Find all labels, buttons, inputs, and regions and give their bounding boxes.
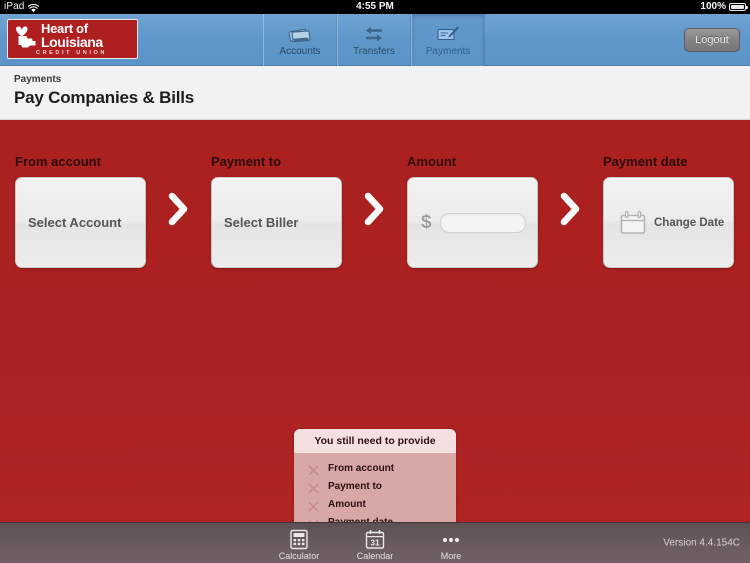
tab-accounts[interactable]: Accounts bbox=[263, 14, 337, 66]
x-mark-icon bbox=[308, 463, 319, 475]
x-mark-icon bbox=[308, 481, 319, 493]
toolbar-label-more: More bbox=[440, 551, 462, 561]
ellipsis-icon bbox=[438, 528, 464, 550]
step-payment-to: Payment to Select Biller bbox=[211, 154, 342, 268]
currency-symbol: $ bbox=[421, 211, 432, 233]
toolbar-label-calculator: Calculator bbox=[278, 551, 320, 561]
change-date-label: Change Date bbox=[654, 216, 725, 229]
logo-tagline: CREDIT UNION bbox=[36, 50, 107, 56]
step-label-payment-date: Payment date bbox=[603, 154, 688, 169]
status-bar-right: 100% bbox=[700, 0, 748, 14]
calendar-icon bbox=[618, 209, 648, 237]
logo-wordmark: Heart of Louisiana bbox=[41, 22, 103, 50]
logo-line-2: Louisiana bbox=[41, 34, 103, 50]
x-mark-icon bbox=[308, 499, 319, 511]
chevron-right-icon-2 bbox=[363, 192, 385, 226]
step-label-payment-to: Payment to bbox=[211, 154, 282, 169]
brand-logo[interactable]: Heart of Louisiana CREDIT UNION bbox=[7, 19, 138, 59]
page-header: Payments Pay Companies & Bills bbox=[0, 66, 750, 120]
toolbar-label-calendar: Calendar bbox=[356, 551, 394, 561]
nav-tabs: Accounts Transfers Payments bbox=[263, 14, 485, 66]
list-item-label: Amount bbox=[328, 498, 366, 510]
tab-label-transfers: Transfers bbox=[353, 46, 395, 57]
toolbar-items: Calculator 31 Calendar More bbox=[0, 523, 750, 563]
app-screen: iPad 4:55 PM 100% Heart of Louisiana CRE… bbox=[0, 0, 750, 563]
select-account-card[interactable]: Select Account bbox=[15, 177, 146, 268]
cards-stack-icon bbox=[287, 23, 313, 45]
list-item-label: Payment to bbox=[328, 480, 382, 492]
battery-percent: 100% bbox=[700, 1, 726, 12]
svg-text:31: 31 bbox=[370, 537, 380, 547]
step-from-account: From account Select Account bbox=[15, 154, 146, 268]
breadcrumb: Payments bbox=[14, 74, 62, 85]
toolbar-item-calendar[interactable]: 31 Calendar bbox=[349, 523, 401, 563]
amount-card[interactable]: $ bbox=[407, 177, 538, 268]
list-item-label: From account bbox=[328, 462, 395, 474]
heart-louisiana-icon bbox=[14, 25, 40, 49]
payment-form-panel: From account Select Account Payment to S… bbox=[0, 120, 750, 563]
transfer-arrows-icon bbox=[361, 23, 387, 45]
chevron-right-icon-3 bbox=[559, 192, 581, 226]
list-item: Payment to bbox=[294, 477, 456, 495]
step-amount: Amount $ bbox=[407, 154, 538, 268]
toolbar-item-calculator[interactable]: Calculator bbox=[273, 523, 325, 563]
page-title: Pay Companies & Bills bbox=[14, 88, 195, 107]
toolbar-item-more[interactable]: More bbox=[425, 523, 477, 563]
tab-transfers[interactable]: Transfers bbox=[337, 14, 411, 66]
list-item: From account bbox=[294, 459, 456, 477]
callout-title: You still need to provide bbox=[294, 429, 456, 453]
tab-label-payments: Payments bbox=[425, 46, 471, 57]
step-label-amount: Amount bbox=[407, 154, 457, 169]
amount-input[interactable] bbox=[440, 212, 526, 233]
tab-label-accounts: Accounts bbox=[279, 46, 321, 57]
ios-status-bar: iPad 4:55 PM 100% bbox=[0, 0, 750, 14]
change-date-card[interactable]: Change Date bbox=[603, 177, 734, 268]
check-pen-icon bbox=[435, 23, 461, 45]
step-label-from-account: From account bbox=[15, 154, 101, 169]
select-biller-label: Select Biller bbox=[224, 215, 299, 230]
calculator-icon bbox=[286, 528, 312, 550]
payment-steps: From account Select Account Payment to S… bbox=[0, 120, 750, 290]
logout-button[interactable]: Logout bbox=[684, 28, 740, 52]
top-navigation-bar: Heart of Louisiana CREDIT UNION Accounts bbox=[0, 14, 750, 66]
battery-full-icon bbox=[729, 3, 748, 11]
version-label: Version 4.4.154C bbox=[663, 537, 740, 549]
select-account-label: Select Account bbox=[28, 215, 122, 230]
bottom-toolbar: Calculator 31 Calendar More Version 4.4.… bbox=[0, 522, 750, 563]
tab-payments[interactable]: Payments bbox=[411, 14, 485, 66]
list-item: Amount bbox=[294, 495, 456, 513]
calendar-31-icon: 31 bbox=[362, 528, 388, 550]
step-payment-date: Payment date Change Date bbox=[603, 154, 734, 268]
chevron-right-icon-1 bbox=[167, 192, 189, 226]
status-bar-time: 4:55 PM bbox=[356, 1, 394, 12]
select-biller-card[interactable]: Select Biller bbox=[211, 177, 342, 268]
